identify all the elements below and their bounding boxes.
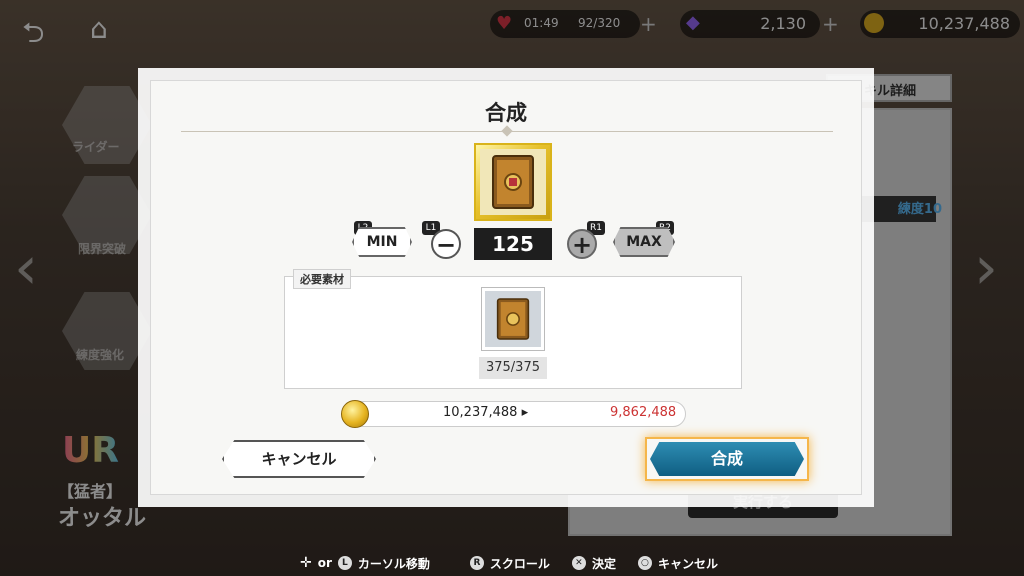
quantity-display: 125 xyxy=(474,228,552,260)
synthesize-button[interactable]: 合成 xyxy=(650,442,804,476)
guide-decide: 決定 xyxy=(591,556,616,571)
material-book-icon xyxy=(485,291,541,347)
guide-cursor: カーソル移動 xyxy=(357,556,430,571)
max-button[interactable]: MAX xyxy=(613,227,675,257)
synthesis-dialog: 合成 L2 MIN L1 − 125 R1 + R2 MAX 必要素材 xyxy=(150,80,862,495)
dialog-title: 合成 xyxy=(485,101,527,125)
dpad-icon: ✛ xyxy=(300,555,312,571)
materials-label: 必要素材 xyxy=(293,269,351,289)
book-icon xyxy=(480,149,546,215)
target-item xyxy=(474,143,552,221)
controller-guide: ✛ or L カーソル移動 R スクロール ✕ 決定 ○ キャンセル xyxy=(300,554,718,572)
guide-scroll: スクロール xyxy=(489,556,550,571)
guide-or: or xyxy=(317,556,332,570)
l-stick-icon: L xyxy=(337,556,352,570)
decrease-button[interactable]: − xyxy=(431,229,461,259)
r-stick-icon: R xyxy=(469,556,484,570)
material-item xyxy=(481,287,545,351)
required-materials: 必要素材 375/375 xyxy=(284,269,742,389)
cross-button-icon: ✕ xyxy=(571,556,586,570)
guide-cancel: キャンセル xyxy=(657,556,718,571)
gold-current: 10,237,488 ▸ xyxy=(443,405,529,420)
divider-ornament xyxy=(501,125,513,137)
gold-after: 9,862,488 xyxy=(610,405,677,420)
gold-arrow-icon: ▸ xyxy=(521,405,529,420)
gold-coin-icon xyxy=(341,400,369,428)
circle-button-icon: ○ xyxy=(637,556,652,570)
material-count: 375/375 xyxy=(479,357,547,379)
min-button[interactable]: MIN xyxy=(352,227,412,257)
increase-button[interactable]: + xyxy=(567,229,597,259)
cancel-button[interactable]: キャンセル xyxy=(222,440,376,478)
